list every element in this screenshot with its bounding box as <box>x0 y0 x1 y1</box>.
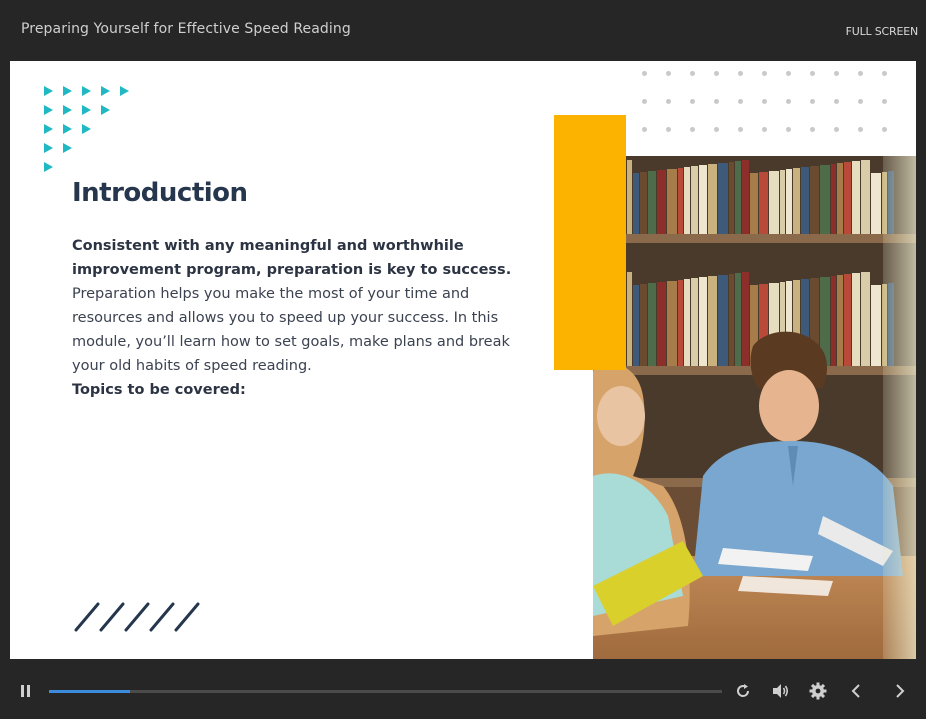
grid-dot <box>666 127 671 132</box>
grid-dot <box>834 71 839 76</box>
progress-fill <box>49 690 130 693</box>
grid-dot <box>858 71 863 76</box>
grid-dot <box>834 99 839 104</box>
pause-icon[interactable] <box>20 684 32 698</box>
intro-bold-text: Consistent with any meaningful and worth… <box>72 238 512 278</box>
grid-dot <box>810 71 815 76</box>
grid-dot <box>882 71 887 76</box>
dot-grid-decoration <box>642 71 902 141</box>
slide-canvas: Introduction Consistent with any meaning… <box>10 61 916 659</box>
replay-icon[interactable] <box>735 683 751 699</box>
grid-dot <box>690 71 695 76</box>
grid-dot <box>762 99 767 104</box>
grid-dot <box>834 127 839 132</box>
triangle-pattern-decoration <box>44 86 154 186</box>
grid-dot <box>786 71 791 76</box>
grid-dot <box>690 127 695 132</box>
next-icon[interactable] <box>894 683 906 699</box>
grid-dot <box>810 99 815 104</box>
grid-dot <box>738 99 743 104</box>
grid-dot <box>762 71 767 76</box>
grid-dot <box>690 99 695 104</box>
grid-dot <box>642 99 647 104</box>
grid-dot <box>882 127 887 132</box>
player-controls <box>0 662 926 719</box>
settings-icon[interactable] <box>809 682 827 700</box>
course-title: Preparing Yourself for Effective Speed R… <box>21 21 351 37</box>
slash-lines-decoration <box>74 602 200 632</box>
grid-dot <box>714 99 719 104</box>
volume-icon[interactable] <box>772 683 790 699</box>
progress-bar[interactable] <box>49 690 722 693</box>
grid-dot <box>666 71 671 76</box>
grid-dot <box>666 99 671 104</box>
grid-dot <box>714 71 719 76</box>
intro-paragraph: Consistent with any meaningful and worth… <box>72 234 542 378</box>
fullscreen-button[interactable]: FULL SCREEN <box>846 25 919 38</box>
grid-dot <box>642 71 647 76</box>
top-bar: Preparing Yourself for Effective Speed R… <box>0 0 926 60</box>
students-reading-photo <box>593 156 916 659</box>
grid-dot <box>786 99 791 104</box>
grid-dot <box>714 127 719 132</box>
orange-accent-block <box>554 115 626 370</box>
grid-dot <box>858 127 863 132</box>
grid-dot <box>762 127 767 132</box>
grid-dot <box>738 71 743 76</box>
grid-dot <box>810 127 815 132</box>
previous-icon[interactable] <box>850 683 862 699</box>
intro-body-text: Preparation helps you make the most of y… <box>72 286 510 374</box>
grid-dot <box>882 99 887 104</box>
slide-heading: Introduction <box>72 178 248 208</box>
grid-dot <box>858 99 863 104</box>
grid-dot <box>786 127 791 132</box>
grid-dot <box>642 127 647 132</box>
topics-label: Topics to be covered: <box>72 382 246 398</box>
grid-dot <box>738 127 743 132</box>
